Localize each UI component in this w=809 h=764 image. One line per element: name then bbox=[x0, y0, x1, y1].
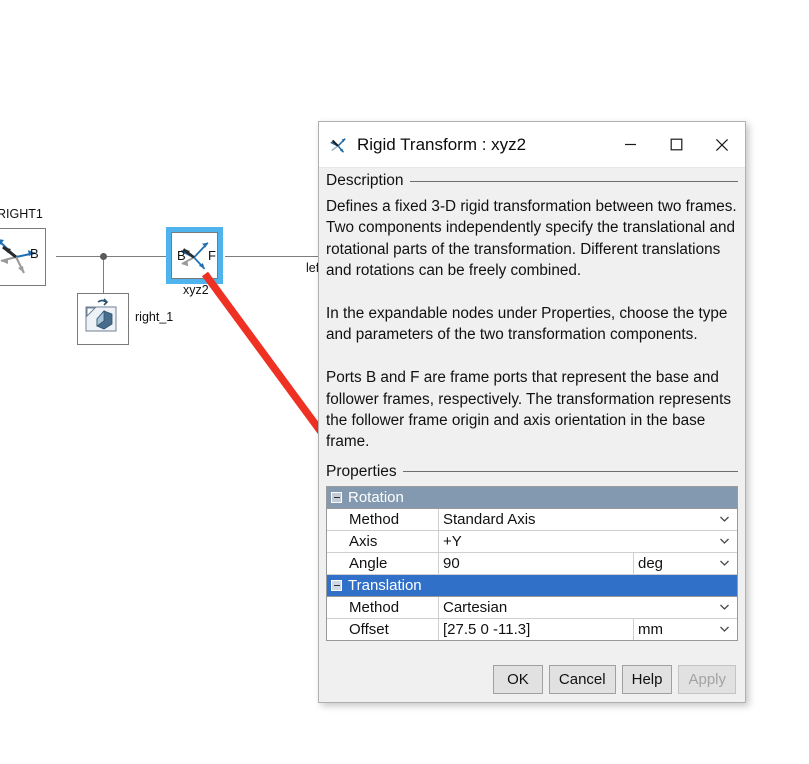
dialog-title: Rigid Transform : xyz2 bbox=[357, 134, 527, 154]
collapse-expander-icon[interactable] bbox=[331, 579, 342, 591]
chevron-down-icon[interactable] bbox=[719, 558, 730, 569]
property-name: Axis bbox=[327, 530, 439, 553]
dialog-titlebar[interactable]: Rigid Transform : xyz2 bbox=[319, 122, 745, 168]
block-label-right1: RIGHT1 bbox=[0, 207, 43, 221]
chevron-down-icon[interactable] bbox=[719, 514, 730, 525]
close-icon bbox=[715, 138, 729, 151]
property-value-field[interactable]: Standard Axis bbox=[439, 508, 737, 531]
property-value-field[interactable]: [27.5 0 -11.3] bbox=[439, 618, 633, 640]
wire-xyz2-to-left bbox=[225, 256, 320, 257]
cancel-button[interactable]: Cancel bbox=[548, 664, 616, 694]
help-button[interactable]: Help bbox=[621, 664, 673, 694]
property-section-rotation[interactable]: Rotation bbox=[327, 486, 737, 509]
property-value-text: +Y bbox=[443, 532, 462, 550]
description-text: Defines a fixed 3-D rigid transformation… bbox=[326, 198, 737, 451]
wire-right1-to-junction bbox=[56, 256, 104, 257]
maximize-button[interactable] bbox=[653, 122, 699, 167]
section-label: Rotation bbox=[348, 488, 404, 506]
property-row: Angle 90 deg bbox=[327, 552, 737, 575]
block-label-xyz2: xyz2 bbox=[183, 283, 209, 297]
wire-junction bbox=[100, 253, 107, 260]
property-name: Offset bbox=[327, 618, 439, 640]
minimize-button[interactable] bbox=[607, 122, 653, 167]
property-value-text: 90 bbox=[443, 554, 460, 572]
window-controls bbox=[607, 122, 745, 167]
solid-body-icon bbox=[85, 298, 117, 332]
properties-grid[interactable]: Rotation Method Standard Axis Axis +Y Angle 90… bbox=[326, 485, 738, 641]
property-value-text: Cartesian bbox=[443, 598, 508, 616]
close-button[interactable] bbox=[699, 122, 745, 167]
property-value-field[interactable]: 90 bbox=[439, 552, 633, 575]
property-value-text: [27.5 0 -11.3] bbox=[443, 620, 531, 638]
ok-button[interactable]: OK bbox=[492, 664, 543, 694]
group-rule bbox=[409, 180, 738, 182]
description-group-label: Description bbox=[326, 172, 404, 189]
property-section-translation[interactable]: Translation bbox=[327, 574, 737, 597]
section-label: Translation bbox=[348, 576, 422, 594]
chevron-down-icon[interactable] bbox=[719, 602, 730, 613]
property-value-field[interactable]: Cartesian bbox=[439, 596, 737, 619]
port-label-b-xyz2: B bbox=[177, 248, 186, 263]
properties-group-label: Properties bbox=[326, 462, 397, 480]
maximize-icon bbox=[670, 138, 682, 151]
property-unit-select[interactable]: mm bbox=[633, 618, 737, 640]
property-row: Axis +Y bbox=[327, 530, 737, 553]
description-group-header: Description bbox=[326, 172, 738, 190]
chevron-down-icon[interactable] bbox=[719, 536, 730, 547]
property-value-field[interactable]: +Y bbox=[439, 530, 737, 553]
property-unit-text: deg bbox=[638, 554, 664, 572]
port-label-f-xyz2: F bbox=[208, 248, 216, 263]
wire-junction-to-xyz2 bbox=[104, 256, 168, 257]
screen: RIGHT1 B right_1 B F xyz2 lef Rigid Tran… bbox=[0, 0, 809, 764]
property-row: Offset [27.5 0 -11.3] mm bbox=[327, 618, 737, 640]
property-name: Method bbox=[327, 508, 439, 531]
block-right1[interactable] bbox=[0, 228, 46, 286]
property-row: Method Standard Axis bbox=[327, 508, 737, 531]
block-label-right1-solid: right_1 bbox=[135, 310, 174, 324]
property-name: Method bbox=[327, 596, 439, 619]
minimize-icon bbox=[624, 143, 636, 146]
port-label-b-right1: B bbox=[30, 246, 39, 261]
property-value-text: Standard Axis bbox=[443, 510, 536, 528]
chevron-down-icon[interactable] bbox=[719, 624, 730, 635]
group-rule bbox=[402, 471, 738, 473]
frame-axes-icon bbox=[330, 137, 346, 153]
property-row: Method Cartesian bbox=[327, 596, 737, 619]
properties-group-header: Properties bbox=[326, 463, 738, 481]
rigid-transform-dialog[interactable]: Rigid Transform : xyz2 Description Defin… bbox=[318, 121, 746, 703]
property-name: Angle bbox=[327, 552, 439, 575]
property-unit-select[interactable]: deg bbox=[633, 552, 737, 575]
wire-junction-to-right1solid bbox=[103, 256, 104, 294]
apply-button: Apply bbox=[678, 664, 736, 694]
dialog-body: Description Defines a fixed 3-D rigid tr… bbox=[319, 168, 745, 656]
collapse-expander-icon[interactable] bbox=[331, 491, 342, 503]
property-unit-text: mm bbox=[638, 620, 663, 638]
block-right1-solid[interactable] bbox=[77, 293, 129, 345]
dialog-button-bar: OK Cancel Help Apply bbox=[319, 656, 745, 702]
